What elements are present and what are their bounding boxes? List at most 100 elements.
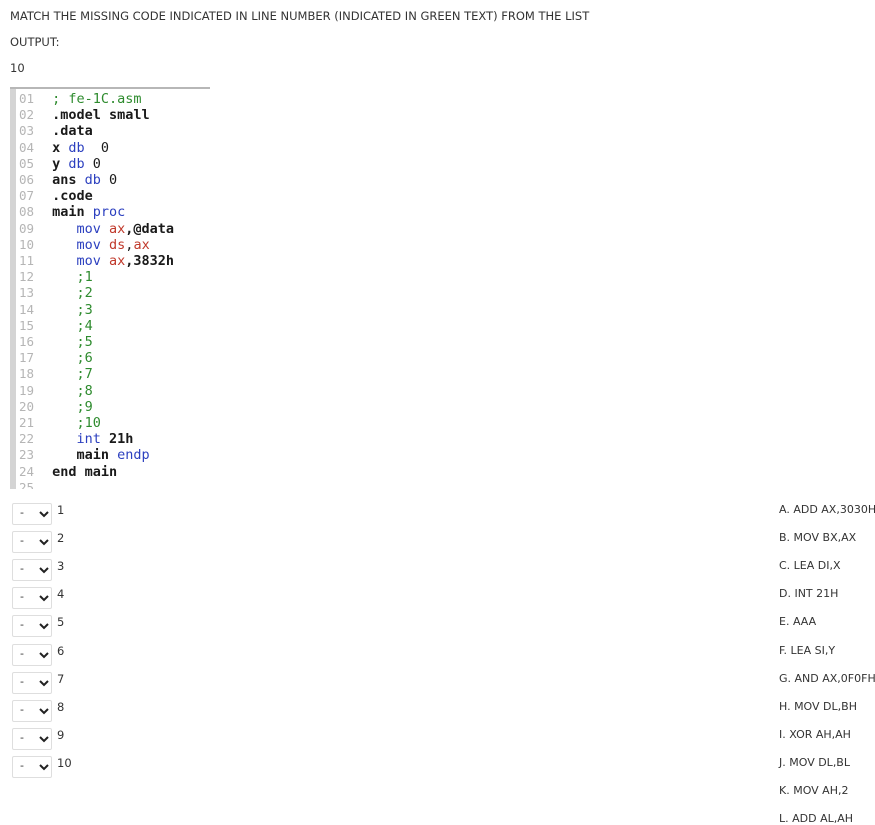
chevron-down-icon [38, 646, 50, 667]
code-line: 17 ;6 [10, 350, 93, 366]
line-number: 03 [19, 123, 35, 139]
code-token: ;2 [44, 285, 93, 302]
code-token: ,@data [125, 220, 175, 237]
line-number: 16 [19, 334, 35, 349]
answer-select[interactable]: - [12, 503, 52, 525]
code-token: ;5 [44, 334, 93, 350]
chevron-down-icon [38, 533, 50, 554]
chevron-down-icon [38, 730, 50, 751]
match-number: 4 [57, 587, 65, 602]
answer-option: I. XOR AH,AH [779, 727, 851, 741]
code-line: 14 ;3 [10, 302, 93, 318]
match-number: 7 [57, 671, 65, 686]
code-token: mov [76, 253, 110, 269]
line-number: 07 [19, 188, 35, 204]
code-token: .data [44, 123, 93, 140]
match-number: 9 [57, 727, 65, 742]
code-token: 0 [84, 155, 101, 172]
match-number: 10 [57, 755, 72, 770]
code-line: 23 main endp [10, 447, 150, 463]
code-token: ;8 [44, 382, 93, 399]
code-line: 18 ;7 [10, 366, 93, 382]
code-token: proc [92, 204, 126, 221]
answer-select[interactable]: - [12, 755, 52, 779]
answer-option: B. MOV BX,AX [779, 531, 857, 545]
output-label: OUTPUT: [10, 35, 60, 49]
chevron-down-icon [38, 617, 50, 638]
answer-option: L. ADD AL,AH [779, 812, 854, 825]
match-number: 1 [57, 503, 65, 517]
line-number: 05 [19, 155, 35, 171]
answer-select[interactable]: - [12, 671, 52, 695]
code-line: 19 ;8 [10, 383, 93, 399]
code-token: 0 [84, 139, 110, 156]
code-line: 13 ;2 [10, 285, 93, 301]
answer-select[interactable]: - [12, 587, 52, 610]
answer-option: K. MOV AH,2 [779, 784, 849, 797]
line-number: 19 [19, 382, 35, 398]
line-number: 11 [19, 253, 35, 268]
code-line: 08 main proc [10, 204, 125, 220]
code-token: db [84, 172, 101, 188]
answer-option: D. INT 21H [779, 587, 839, 601]
answer-option: A. ADD AX,3030H [779, 503, 875, 516]
code-token: ds [109, 236, 126, 253]
answer-select[interactable]: - [12, 559, 52, 582]
match-number: 8 [57, 699, 65, 714]
code-token: ans [44, 172, 85, 188]
answer-option: F. LEA SI,Y [779, 643, 836, 657]
line-number: 20 [19, 398, 35, 414]
output-value: 10 [10, 61, 25, 75]
code-token: main [44, 447, 118, 464]
select-value: - [20, 534, 24, 548]
code-line: 16 ;5 [10, 334, 93, 350]
code-token: 0 [100, 172, 118, 188]
code-token: x [44, 139, 69, 156]
line-number: 01 [19, 91, 35, 106]
select-value: - [20, 674, 24, 688]
code-token: ;10 [44, 415, 101, 431]
line-number: 12 [19, 269, 35, 285]
match-number: 5 [57, 615, 65, 630]
code-token: .model small [44, 107, 150, 124]
match-number: 3 [57, 559, 65, 574]
code-token: .code [44, 188, 93, 205]
code-line: 22 int 21h [10, 431, 133, 447]
chevron-down-icon [38, 702, 50, 723]
chevron-down-icon [38, 505, 50, 526]
code-line: 20 ;9 [10, 399, 93, 415]
code-token: db [68, 139, 85, 156]
answer-select[interactable]: - [12, 643, 52, 667]
line-number: 02 [19, 107, 35, 123]
line-number: 25 [19, 479, 35, 489]
code-line: 24 end main [10, 464, 117, 480]
answer-select[interactable]: - [12, 615, 52, 638]
match-number: 2 [57, 531, 65, 546]
code-line: 25 [10, 480, 44, 489]
match-number: 6 [57, 643, 65, 658]
code-token: endp [117, 447, 150, 464]
line-number: 22 [19, 431, 35, 447]
code-token: ;6 [44, 350, 93, 367]
code-token: ax [109, 220, 126, 237]
code-line: 05 y db 0 [10, 156, 101, 172]
chevron-down-icon [38, 674, 50, 695]
answer-select[interactable]: - [12, 727, 52, 751]
answer-select[interactable]: - [12, 699, 52, 723]
code-token: ;3 [44, 301, 93, 318]
chevron-down-icon [38, 561, 50, 582]
line-number: 18 [19, 366, 35, 382]
code-line: 11 mov ax,3832h [10, 253, 174, 269]
line-number: 10 [19, 236, 35, 252]
code-token: 21h [109, 431, 134, 448]
answer-select[interactable]: - [12, 531, 52, 554]
chevron-down-icon [38, 758, 50, 779]
select-value: - [20, 730, 24, 744]
line-number: 17 [19, 350, 35, 366]
select-value: - [20, 506, 24, 519]
code-token: ; fe-1C.asm [52, 91, 142, 107]
